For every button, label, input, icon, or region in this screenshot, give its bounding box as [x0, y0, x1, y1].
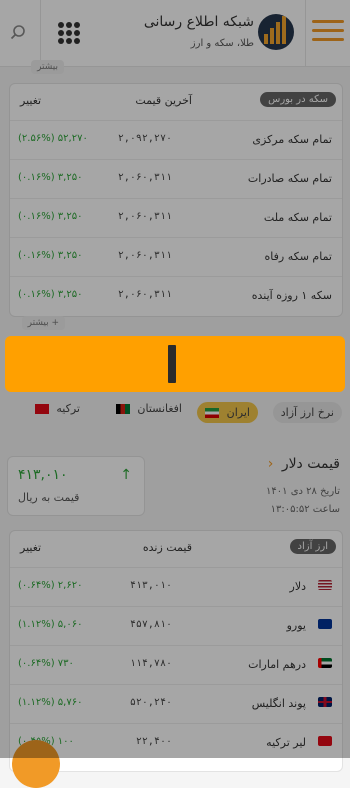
ad-banner[interactable] [5, 336, 345, 392]
ad-loading-icon [168, 345, 176, 383]
